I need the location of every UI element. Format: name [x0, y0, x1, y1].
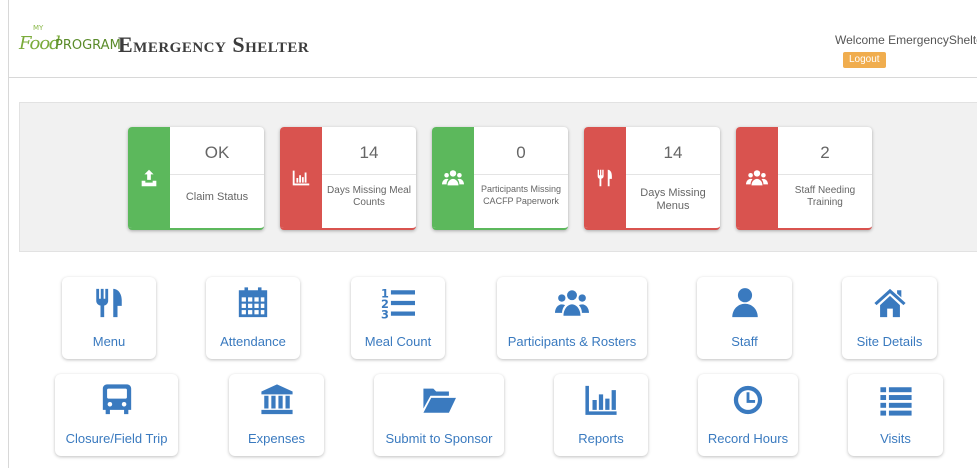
stat-value: 14 [663, 143, 683, 162]
stat-icon-box [432, 127, 474, 228]
tile-label: Meal Count [364, 334, 432, 349]
folder-open-icon [423, 388, 456, 413]
stat-label: Days Missing Meal Counts [327, 185, 411, 208]
tile-closure-field-trip[interactable]: Closure/Field Trip [55, 374, 178, 456]
myfoodprogram-logo[interactable]: MY Food PROGRAM [19, 24, 131, 64]
tile-label: Reports [578, 431, 624, 446]
tile-staff[interactable]: Staff [697, 277, 792, 359]
stat-divider [170, 174, 264, 175]
tile-menu[interactable]: Menu [62, 277, 156, 359]
users-icon [746, 169, 768, 185]
stat-divider [474, 174, 568, 175]
bar-chart-icon [585, 385, 617, 415]
welcome-text: Welcome EmergencyShelte [835, 33, 977, 47]
tile-label: Submit to Sponsor [385, 431, 493, 446]
numbered-list-icon: 123 [381, 286, 415, 320]
logo-my-text: MY [33, 24, 44, 32]
stats-panel: OK Claim Status 14 Days Missing Meal Cou… [19, 102, 977, 252]
tile-attendance[interactable]: Attendance [206, 277, 300, 359]
tile-participants-rosters[interactable]: Participants & Rosters [497, 277, 647, 359]
header: MY Food PROGRAM Emergency Shelter Welcom… [9, 0, 977, 78]
stat-days-missing-menus[interactable]: 14 Days Missing Menus [584, 127, 720, 230]
list-icon [879, 387, 912, 416]
calendar-icon [238, 287, 268, 318]
stat-divider [322, 174, 416, 175]
stat-value: 2 [820, 143, 830, 162]
tile-site-details[interactable]: Site Details [842, 277, 937, 359]
tile-label: Expenses [247, 431, 306, 446]
tile-label: Record Hours [707, 431, 789, 446]
bank-icon [260, 384, 293, 415]
stat-divider [778, 174, 872, 175]
tile-expenses[interactable]: Expenses [229, 374, 324, 456]
tile-label: Participants & Rosters [507, 334, 637, 349]
tile-visits[interactable]: Visits [848, 374, 943, 456]
bus-icon [102, 384, 131, 415]
tile-label: Attendance [220, 334, 286, 349]
stat-claim-status[interactable]: OK Claim Status [128, 127, 264, 230]
page-title: Emergency Shelter [118, 32, 310, 57]
stat-icon-box [584, 127, 626, 228]
tile-label: Staff [731, 334, 758, 349]
stat-value: 14 [359, 143, 379, 162]
stat-icon-box [736, 127, 778, 228]
user-icon [731, 288, 758, 318]
users-icon [555, 290, 589, 316]
stat-icon-box [128, 127, 170, 228]
upload-icon [141, 169, 157, 186]
stat-value: 0 [516, 143, 526, 162]
clock-icon [733, 385, 763, 415]
tile-label: Menu [92, 334, 126, 349]
tile-label: Site Details [856, 334, 923, 349]
tile-submit-to-sponsor[interactable]: Submit to Sponsor [374, 374, 504, 456]
tile-record-hours[interactable]: Record Hours [698, 374, 798, 456]
stat-label: Days Missing Menus [640, 187, 706, 212]
stat-label: Staff Needing Training [794, 185, 856, 208]
stat-value: OK [204, 143, 230, 162]
tile-meal-count[interactable]: 123 Meal Count [351, 277, 445, 359]
home-icon [873, 288, 906, 318]
logo-program-text: PROGRAM [55, 38, 121, 53]
stat-label: Claim Status [185, 191, 249, 203]
stat-divider [626, 174, 720, 175]
utensils-icon [96, 288, 122, 318]
tile-label: Visits [880, 431, 911, 446]
svg-text:3: 3 [381, 308, 389, 320]
bar-chart-icon [292, 170, 310, 185]
stat-staff-needing-training[interactable]: 2 Staff Needing Training [736, 127, 872, 230]
stat-days-missing-meal-counts[interactable]: 14 Days Missing Meal Counts [280, 127, 416, 230]
stat-participants-missing-paperwork[interactable]: 0 Participants Missing CACFP Paperwork [432, 127, 568, 230]
utensils-icon [597, 169, 612, 186]
tile-label: Closure/Field Trip [65, 431, 168, 446]
tile-reports[interactable]: Reports [554, 374, 648, 456]
stat-label: Participants Missing CACFP Paperwork [480, 184, 562, 206]
stat-icon-box [280, 127, 322, 228]
logo-food-text: Food [19, 33, 61, 54]
logout-button[interactable]: Logout [843, 52, 886, 68]
users-icon [442, 169, 464, 185]
